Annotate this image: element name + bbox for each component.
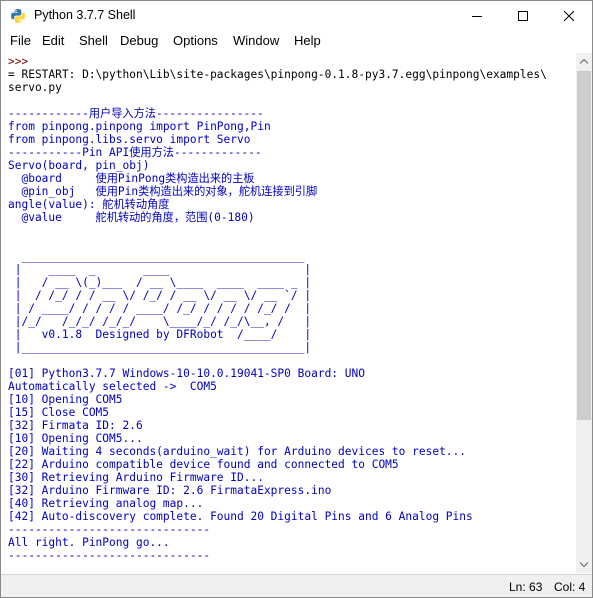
shell-line: Automatically selected -> COM5 <box>8 380 217 393</box>
shell-line: Servo(board, pin_obj) <box>8 159 150 172</box>
shell-line: angle(value): 舵机转动角度 <box>8 198 170 211</box>
python-icon <box>10 8 26 24</box>
shell-line: | v0.1.8 Designed by DFRobot /____/ | <box>8 328 312 341</box>
chevron-up-icon <box>580 59 588 64</box>
scrollbar-thumb[interactable] <box>577 71 591 420</box>
shell-line: = RESTART: D:\python\Lib\site-packages\p… <box>8 68 547 81</box>
chevron-down-icon <box>580 562 588 567</box>
title-bar[interactable]: Python 3.7.7 Shell <box>1 1 592 31</box>
close-button[interactable] <box>546 1 592 31</box>
shell-line: @pin_obj 使用Pin类构造出来的对象，舵机连接到引脚 <box>8 185 318 198</box>
menu-help[interactable]: Help <box>294 33 321 48</box>
idle-shell-window: Python 3.7.7 Shell File Edit Shell Debug… <box>0 0 593 598</box>
shell-line: ------------------------------ <box>8 523 211 536</box>
minimize-button[interactable] <box>454 1 500 31</box>
shell-line: ________________________________________… <box>8 250 305 263</box>
shell-line: | ____ _ ____ | <box>8 263 312 276</box>
shell-line: [20] Waiting 4 seconds(arduino_wait) for… <box>8 445 467 458</box>
scroll-down-arrow[interactable] <box>576 556 592 573</box>
line-number: Ln: 63 <box>509 580 543 594</box>
shell-line: from pinpong.libs.servo import Servo <box>8 133 251 146</box>
shell-line: | / /_/ / / __ \/ /_/ / __ \/ __ \/ __ `… <box>8 289 312 302</box>
shell-line: @board 使用PinPong类构造出来的主板 <box>8 172 255 185</box>
close-icon <box>564 11 574 21</box>
shell-line: servo.py <box>8 81 62 94</box>
shell-line: @value 舵机转动的角度，范围(0-180) <box>8 211 255 224</box>
shell-text-area[interactable]: >>> = RESTART: D:\python\Lib\site-packag… <box>2 53 576 573</box>
shell-prompt: >>> <box>8 55 35 68</box>
scroll-up-arrow[interactable] <box>576 53 592 70</box>
menu-file[interactable]: File <box>10 33 31 48</box>
shell-line: ------------------------------ <box>8 549 211 562</box>
shell-line: [22] Arduino compatible device found and… <box>8 458 399 471</box>
menu-shell[interactable]: Shell <box>79 33 108 48</box>
shell-line: ------------用户导入方法---------------- <box>8 107 264 120</box>
shell-line: -----------Pin API使用方法------------- <box>8 146 262 159</box>
shell-line: [15] Close COM5 <box>8 406 110 419</box>
shell-line: [01] Python3.7.7 Windows-10-10.0.19041-S… <box>8 367 365 380</box>
minimize-icon <box>472 16 482 17</box>
shell-line: All right. PinPong go... <box>8 536 170 549</box>
maximize-button[interactable] <box>500 1 546 31</box>
shell-line: [42] Auto-discovery complete. Found 20 D… <box>8 510 473 523</box>
menu-debug[interactable]: Debug <box>120 33 158 48</box>
shell-line: [30] Retrieving Arduino Firmware ID... <box>8 471 264 484</box>
window-title: Python 3.7.7 Shell <box>34 8 136 22</box>
shell-line: [10] Opening COM5... <box>8 432 143 445</box>
status-bar: Ln: 63 Col: 4 <box>1 574 592 597</box>
menu-options[interactable]: Options <box>173 33 218 48</box>
menu-edit[interactable]: Edit <box>42 33 64 48</box>
shell-line: [32] Firmata ID: 2.6 <box>8 419 143 432</box>
shell-line: | / ____/ / / / / ____/ /_/ / / / / /_/ … <box>8 302 312 315</box>
menu-window[interactable]: Window <box>233 33 279 48</box>
shell-line: [40] Retrieving analog map... <box>8 497 204 510</box>
shell-line: from pinpong.pinpong import PinPong,Pin <box>8 120 271 133</box>
vertical-scrollbar[interactable] <box>576 53 592 573</box>
column-number: Col: 4 <box>554 580 586 594</box>
shell-line: |_______________________________________… <box>8 341 312 354</box>
maximize-icon <box>518 11 528 21</box>
shell-line: |/_/ /_/_/ /_/_/ \____/_/ /_/\__, / | <box>8 315 312 328</box>
shell-line: [32] Arduino Firmware ID: 2.6 FirmataExp… <box>8 484 332 497</box>
menu-bar: File Edit Shell Debug Options Window Hel… <box>1 31 592 52</box>
shell-line: [10] Opening COM5 <box>8 393 123 406</box>
shell-line: | / __ \(_)___ / __ \____ ____ ____ _ | <box>8 276 312 289</box>
